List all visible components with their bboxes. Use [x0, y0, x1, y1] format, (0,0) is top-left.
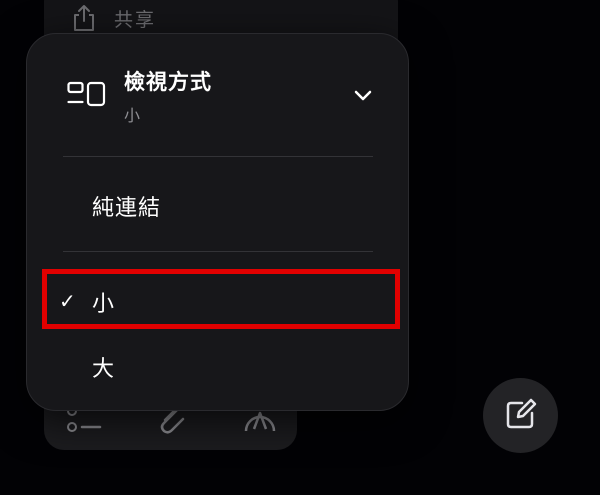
- view-mode-header[interactable]: 檢視方式 小: [27, 34, 408, 154]
- compose-button[interactable]: [483, 378, 558, 453]
- menu-item-plain-link[interactable]: 純連結: [27, 176, 408, 232]
- chevron-down-icon: [353, 88, 373, 107]
- menu-item-large[interactable]: 大: [27, 337, 408, 393]
- compose-icon: [504, 397, 538, 435]
- share-label: 共享: [114, 8, 157, 31]
- view-layout-icon: [67, 81, 107, 113]
- menu-divider: [63, 251, 373, 252]
- menu-item-label: 大: [92, 357, 116, 382]
- highlight-box: [42, 269, 400, 329]
- menu-item-label: 純連結: [92, 196, 162, 221]
- share-icon: [72, 4, 96, 32]
- view-mode-current-value: 小: [124, 106, 141, 125]
- view-mode-menu: 檢視方式 小 純連結 ✓ 小 大: [26, 33, 409, 411]
- screen: 共享 檢視方式 小 純連結 ✓ 小 大: [0, 0, 600, 495]
- menu-divider: [63, 156, 373, 157]
- view-mode-title: 檢視方式: [124, 70, 212, 94]
- share-row[interactable]: 共享: [72, 4, 156, 32]
